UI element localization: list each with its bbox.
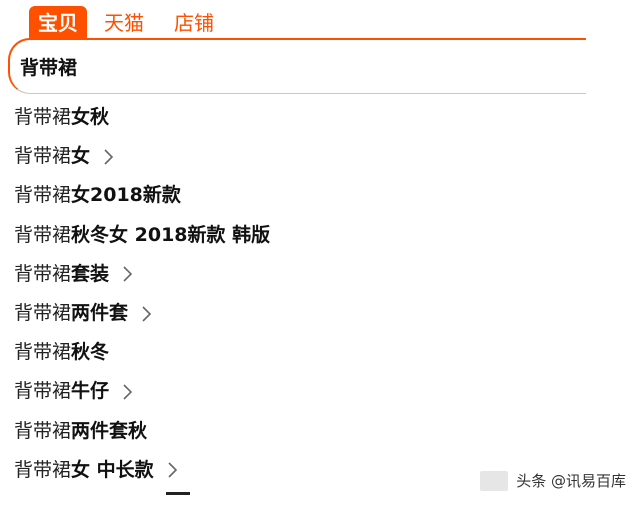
suggestion-item[interactable]: 背带裙 秋冬女 2018新款 韩版 (14, 216, 574, 255)
suggestion-prefix: 背带裙 (14, 262, 72, 285)
suggestion-keyword: 女秋 (71, 106, 110, 128)
watermark-text: 头条 @讯易百库 (516, 472, 626, 490)
chevron-right-icon[interactable] (121, 382, 139, 402)
search-box (8, 38, 586, 94)
suggestion-prefix: 背带裙 (14, 380, 72, 403)
suggestion-item[interactable]: 背带裙 两件套 (14, 294, 574, 333)
suggestion-prefix: 背带裙 (14, 145, 72, 168)
suggestion-prefix: 背带裙 (14, 341, 72, 364)
suggestion-prefix: 背带裙 (14, 301, 72, 324)
suggestion-keyword: 女2018新款 (71, 184, 181, 207)
suggestion-item[interactable]: 背带裙 女秋 (14, 98, 574, 137)
chevron-right-icon[interactable] (166, 460, 184, 480)
suggestion-item[interactable]: 背带裙女 (14, 137, 574, 176)
suggestion-prefix: 背带裙 (14, 419, 72, 442)
suggestion-keyword: 秋冬女 2018新款 韩版 (71, 223, 271, 246)
tab-shop[interactable]: 店铺 (165, 6, 223, 38)
suggestion-list: 背带裙 女秋 背带裙女背带裙 女2018新款 背带裙 秋冬女 2018新款 韩版 背带裙 套装… (14, 98, 574, 490)
watermark: 头条 @讯易百库 (480, 470, 626, 491)
suggestion-keyword: 牛仔 (71, 380, 110, 403)
suggestion-prefix: 背带裙 (14, 223, 72, 246)
search-tabs: 宝贝 天猫 店铺 (29, 4, 235, 38)
suggestion-prefix: 背带裙 (14, 184, 72, 207)
suggestion-keyword: 秋冬 (71, 341, 110, 364)
chevron-right-icon[interactable] (140, 304, 158, 324)
suggestion-item[interactable]: 背带裙 女2018新款 (14, 176, 574, 215)
suggestion-keyword: 女 (71, 145, 91, 168)
suggestion-keyword: 套装 (71, 262, 110, 285)
search-input[interactable] (20, 49, 560, 83)
suggestion-item[interactable]: 背带裙 牛仔 (14, 372, 574, 411)
suggestion-prefix: 背带裙 (14, 106, 72, 128)
chevron-right-icon[interactable] (102, 147, 120, 167)
tab-baobei[interactable]: 宝贝 (29, 6, 87, 38)
suggestion-keyword: 两件套 (71, 301, 129, 324)
suggestion-item[interactable]: 背带裙 两件套秋 (14, 412, 574, 451)
tab-tmall[interactable]: 天猫 (95, 6, 153, 38)
chevron-right-icon[interactable] (121, 264, 139, 284)
suggestion-item[interactable]: 背带裙 套装 (14, 255, 574, 294)
suggestion-keyword: 两件套秋 (71, 419, 148, 442)
suggestion-keyword: 女 中长款 (71, 458, 154, 481)
watermark-blur (480, 470, 509, 491)
suggestion-prefix: 背带裙 (14, 458, 72, 481)
suggestion-item[interactable]: 背带裙 秋冬 (14, 333, 574, 372)
cut-off-glyph (166, 492, 190, 495)
